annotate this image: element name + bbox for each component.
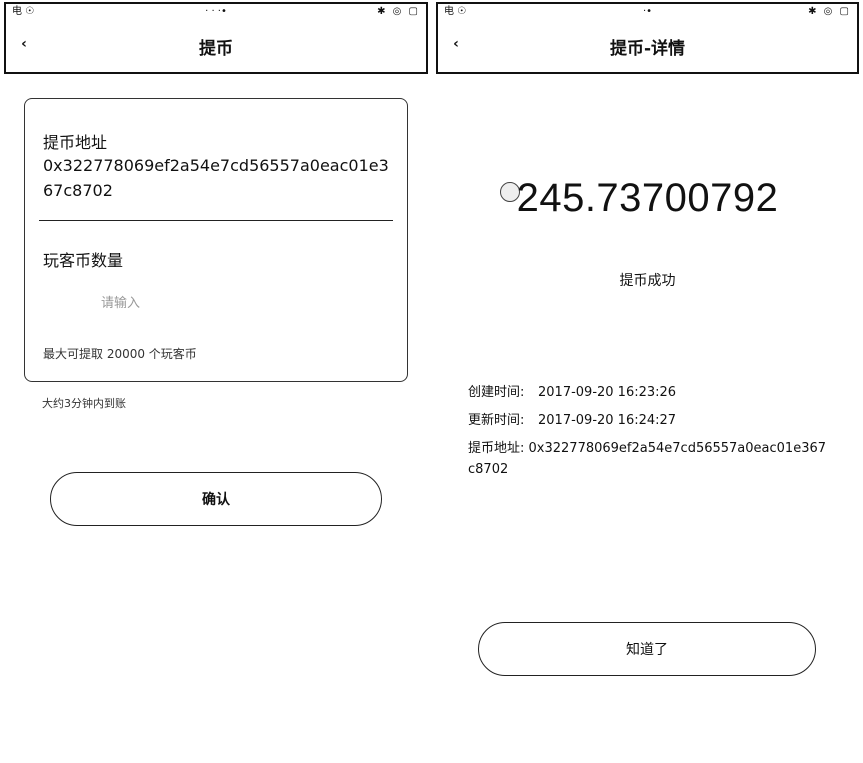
got-it-button[interactable]: 知道了 [478,622,816,676]
status-indicators: ✱ ◎ ▢ [377,6,420,17]
amount-input[interactable] [43,291,383,315]
nav-bar: ‹ 提币-详情 [436,20,859,74]
address-label: 提币地址: [468,441,525,456]
withdraw-screen: 电 ☉ · · ·• ✱ ◎ ▢ ‹ 提币 提币地址 0x322778069ef… [0,0,432,763]
page-title: 提币-详情 [609,39,686,59]
created-time-value: 2017-09-20 16:23:26 [538,385,677,400]
status-bar: 电 ☉ · · ·• ✱ ◎ ▢ [4,2,428,20]
max-amount-hint: 最大可提取 20000 个玩客币 [43,347,197,361]
created-time-label: 创建时间: [468,385,525,400]
updated-time-row: 更新时间: 2017-09-20 16:24:27 [468,410,828,431]
address-value[interactable]: 0x322778069ef2a54e7cd56557a0eac01e367c87… [43,153,395,203]
withdraw-detail-screen: 电 ☉ ·• ✱ ◎ ▢ ‹ 提币-详情 245.73700792 提币成功 创… [432,0,863,763]
amount-label: 玩客币数量 [43,251,124,270]
status-time: ·• [642,6,653,17]
withdraw-form-card: 提币地址 0x322778069ef2a54e7cd56557a0eac01e3… [24,98,408,382]
address-label: 提币地址 [43,133,108,152]
status-bar: 电 ☉ ·• ✱ ◎ ▢ [436,2,859,20]
arrival-time-hint: 大约3分钟内到账 [42,397,126,410]
nav-bar: ‹ 提币 [4,20,428,74]
address-row: 提币地址: 0x322778069ef2a54e7cd56557a0eac01e… [468,438,828,480]
updated-time-value: 2017-09-20 16:24:27 [538,413,677,428]
status-indicators: ✱ ◎ ▢ [808,6,851,17]
status-text: 提币成功 [619,273,676,289]
confirm-button[interactable]: 确认 [50,472,382,526]
divider [39,220,393,221]
page-title: 提币 [199,39,233,59]
created-time-row: 创建时间: 2017-09-20 16:23:26 [468,382,828,403]
withdraw-amount: 245.73700792 [516,176,779,220]
status-time: · · ·• [205,6,227,17]
updated-time-label: 更新时间: [468,413,525,428]
